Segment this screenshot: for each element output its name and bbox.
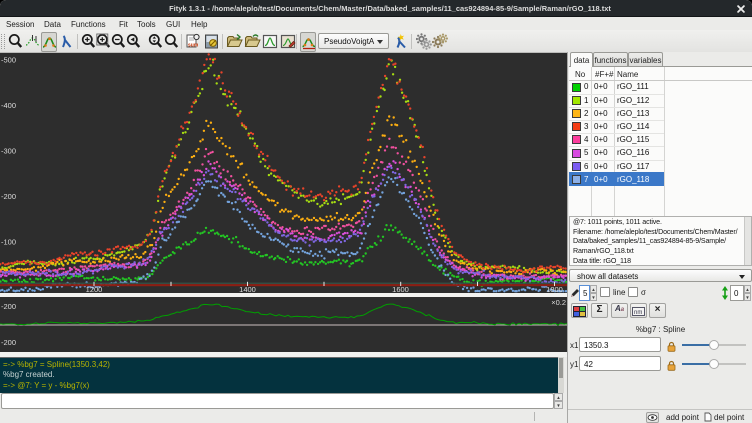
svg-text:1800: 1800 [546, 285, 563, 293]
svg-text:1400: 1400 [239, 285, 256, 293]
svg-text:1600: 1600 [392, 285, 409, 293]
svg-text:-200: -200 [1, 192, 16, 201]
svg-text:×0.2: ×0.2 [551, 298, 566, 307]
svg-text:-300: -300 [1, 147, 16, 156]
svg-text:sum: sum [188, 43, 199, 49]
svg-text:nm: nm [634, 310, 642, 316]
svg-text:-100: -100 [1, 238, 16, 247]
svg-text:-200: -200 [1, 302, 16, 311]
svg-text:-400: -400 [1, 101, 16, 110]
svg-text:-200: -200 [1, 338, 16, 347]
svg-text:1200: 1200 [86, 285, 103, 293]
svg-text:-500: -500 [1, 56, 16, 65]
